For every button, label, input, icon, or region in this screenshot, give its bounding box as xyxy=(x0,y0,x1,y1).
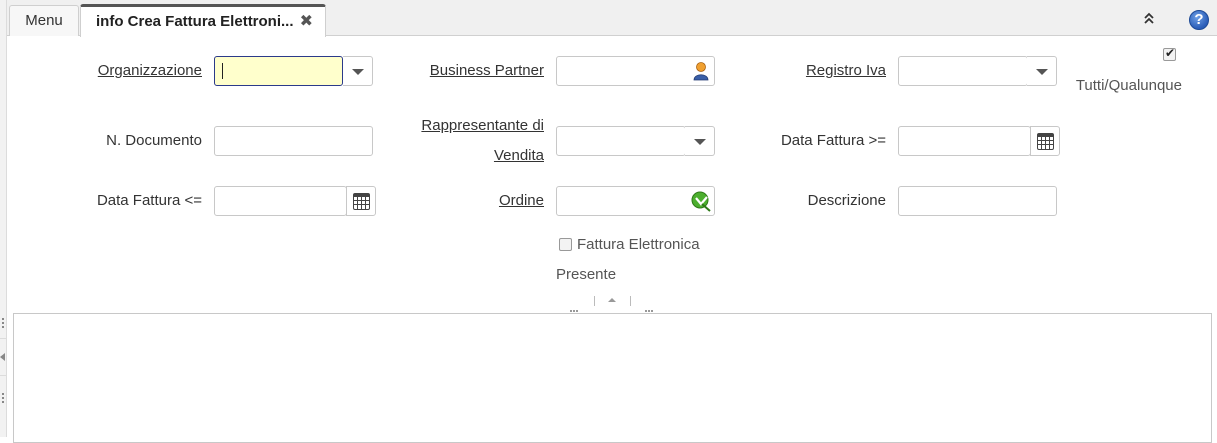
registro-iva-label[interactable]: Registro Iva xyxy=(740,56,886,86)
fattura-elettronica-checkbox[interactable] xyxy=(559,238,572,251)
registro-iva-input[interactable] xyxy=(898,56,1028,86)
rappresentante-label-line2[interactable]: Vendita xyxy=(400,141,544,171)
gutter-separator xyxy=(0,338,7,339)
tab-info-crea-fattura[interactable]: info Crea Fattura Elettroni... ✖ xyxy=(80,4,326,37)
calendar-icon xyxy=(1037,133,1054,150)
data-fattura-to-calendar-button[interactable] xyxy=(346,186,376,216)
ordine-input[interactable] xyxy=(556,186,715,216)
n-documento-input[interactable] xyxy=(214,126,373,156)
fattura-elettronica-label: Fattura Elettronica xyxy=(577,236,700,253)
registro-iva-dropdown-button[interactable] xyxy=(1027,56,1057,86)
tab-menu[interactable]: Menu xyxy=(9,5,79,36)
order-lookup-icon[interactable] xyxy=(690,190,712,212)
organizzazione-dropdown-button[interactable] xyxy=(343,56,373,86)
tab-label: info Crea Fattura Elettroni... xyxy=(96,13,294,30)
descrizione-input[interactable] xyxy=(898,186,1057,216)
rappresentante-input[interactable] xyxy=(556,126,686,156)
data-fattura-from-input[interactable] xyxy=(898,126,1031,156)
rappresentante-dropdown-button[interactable] xyxy=(685,126,715,156)
organizzazione-input[interactable] xyxy=(214,56,343,86)
rappresentante-label-line1[interactable]: Rappresentante di xyxy=(400,111,544,141)
help-icon[interactable]: ? xyxy=(1189,10,1209,30)
descrizione-label: Descrizione xyxy=(807,192,886,209)
presente-label: Presente xyxy=(556,266,617,283)
business-partner-label[interactable]: Business Partner xyxy=(400,56,544,86)
text-caret xyxy=(222,63,223,79)
calendar-icon xyxy=(353,193,370,210)
organizzazione-label[interactable]: Organizzazione xyxy=(60,56,202,86)
data-fattura-to-label: Data Fattura <= xyxy=(96,192,202,209)
expand-left-icon[interactable] xyxy=(0,353,5,361)
data-fattura-from-label: Data Fattura >= xyxy=(780,132,886,149)
results-grid[interactable] xyxy=(13,313,1212,443)
gutter-grip-bottom[interactable] xyxy=(1,393,5,405)
panel-splitter[interactable] xyxy=(560,294,670,312)
tutti-qualunque-checkbox[interactable] xyxy=(1163,46,1176,61)
tutti-qualunque-label: Tutti/Qualunque xyxy=(1075,77,1182,94)
gutter-separator xyxy=(0,375,7,376)
ordine-label[interactable]: Ordine xyxy=(400,186,544,216)
collapse-up-icon[interactable] xyxy=(608,298,616,302)
double-chevron-up-icon[interactable] xyxy=(1143,12,1155,24)
gutter-grip-top[interactable] xyxy=(1,318,5,330)
splitter-grip-left[interactable] xyxy=(570,299,580,312)
splitter-divider xyxy=(594,296,595,306)
left-gutter[interactable] xyxy=(0,0,7,437)
data-fattura-to-input[interactable] xyxy=(214,186,347,216)
splitter-divider xyxy=(630,296,631,306)
n-documento-label: N. Documento xyxy=(106,132,202,149)
data-fattura-from-calendar-button[interactable] xyxy=(1030,126,1060,156)
splitter-grip-right[interactable] xyxy=(645,299,655,312)
close-icon[interactable]: ✖ xyxy=(300,7,313,36)
business-partner-icon[interactable] xyxy=(692,61,710,81)
tab-bar: Menu info Crea Fattura Elettroni... ✖ ? xyxy=(7,0,1217,37)
business-partner-input[interactable] xyxy=(556,56,715,86)
